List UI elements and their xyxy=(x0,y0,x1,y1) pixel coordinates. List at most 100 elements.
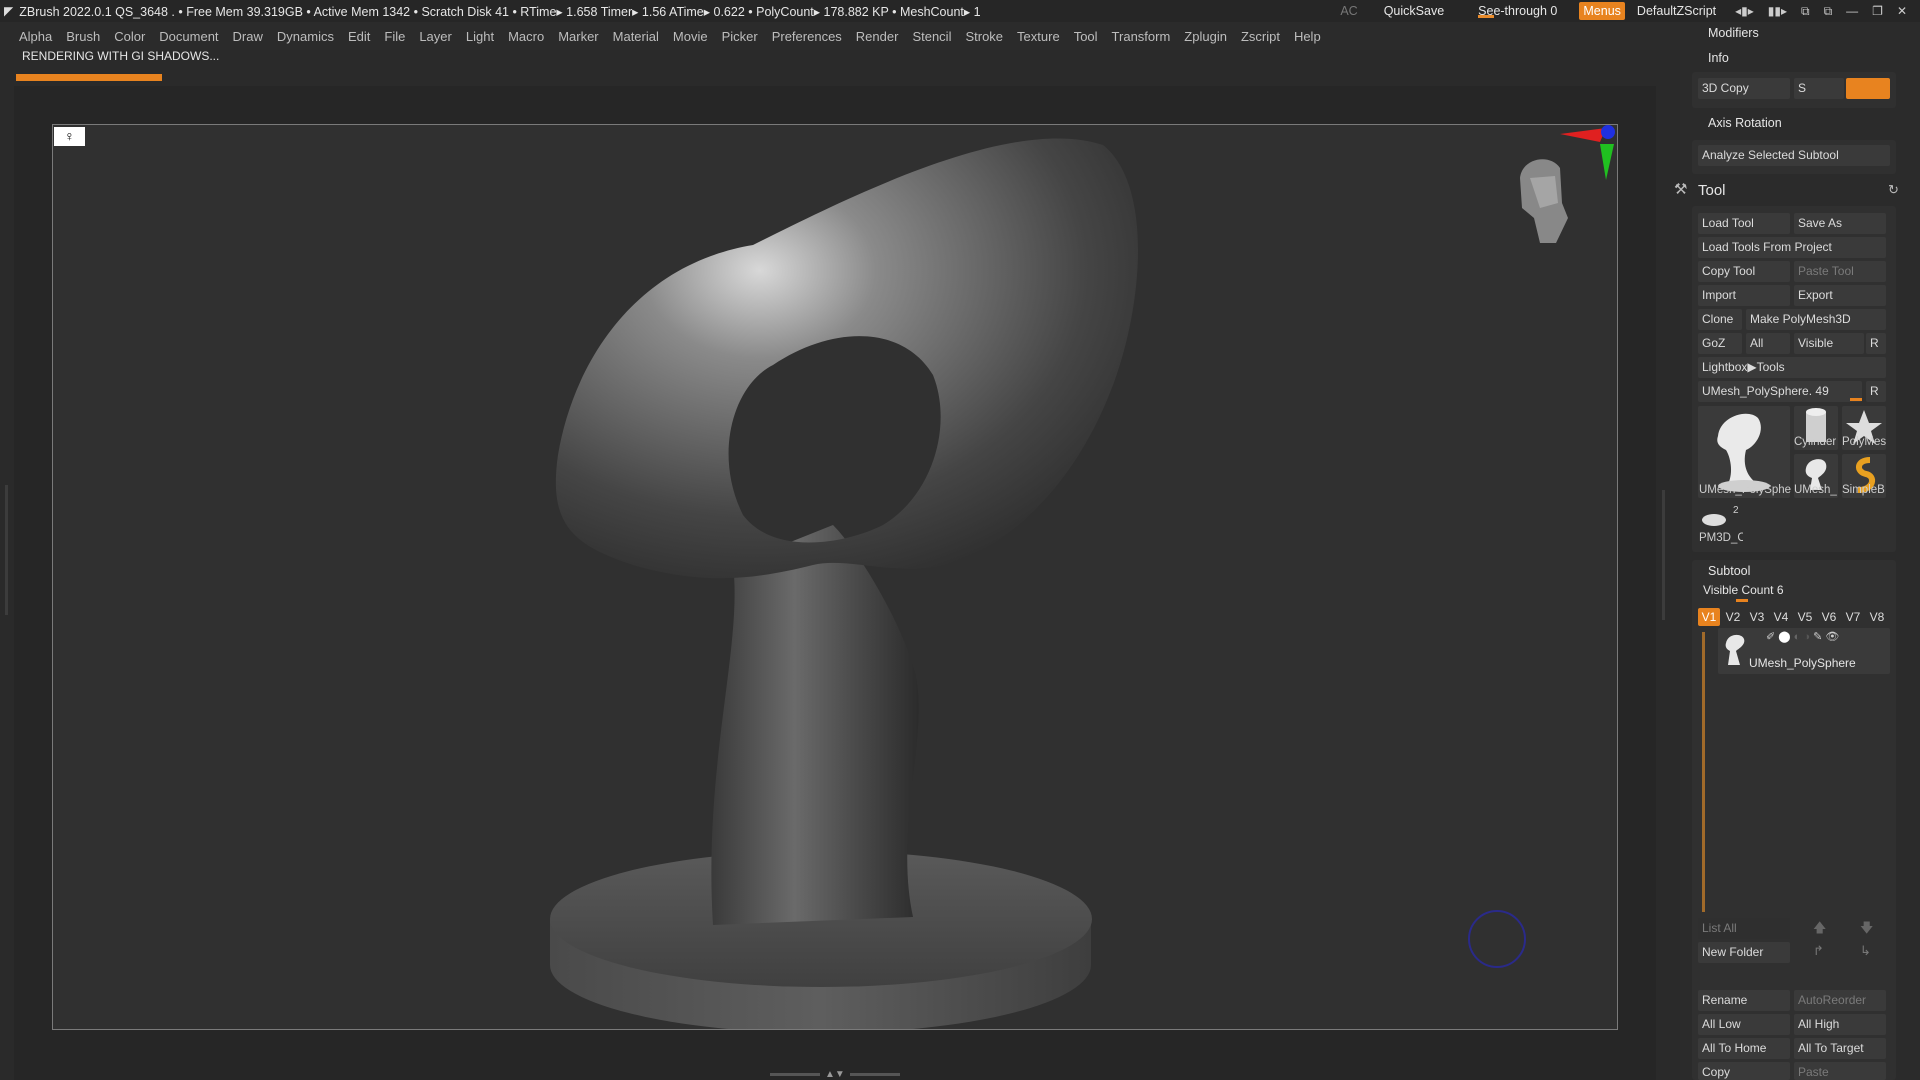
new-folder-button[interactable]: New Folder xyxy=(1698,942,1790,963)
default-zscript-button[interactable]: DefaultZScript xyxy=(1637,4,1716,18)
material-icon[interactable]: ◐ xyxy=(1794,631,1801,643)
right-tray[interactable] xyxy=(1656,50,1678,1080)
menu-preferences[interactable]: Preferences xyxy=(772,29,842,44)
menu-transform[interactable]: Transform xyxy=(1112,29,1171,44)
save-as-button[interactable]: Save As xyxy=(1794,213,1886,234)
right-tray-handle[interactable] xyxy=(1662,490,1665,620)
menu-brush[interactable]: Brush xyxy=(66,29,100,44)
left-tray[interactable] xyxy=(0,85,14,1080)
menu-tool[interactable]: Tool xyxy=(1074,29,1098,44)
list-all-button[interactable]: List All xyxy=(1698,918,1790,939)
bottom-tray-handle[interactable]: ▲▼ xyxy=(770,1069,900,1080)
see-through-slider[interactable]: See-through 0 xyxy=(1468,4,1567,18)
export-button[interactable]: Export xyxy=(1794,285,1886,306)
swap-icon[interactable]: ⧉ xyxy=(1801,4,1810,19)
menu-movie[interactable]: Movie xyxy=(673,29,708,44)
arrow-down-icon[interactable]: 🡇 xyxy=(1860,919,1873,941)
menu-material[interactable]: Material xyxy=(613,29,659,44)
menu-zscript[interactable]: Zscript xyxy=(1241,29,1280,44)
menu-render[interactable]: Render xyxy=(856,29,899,44)
menu-dynamics[interactable]: Dynamics xyxy=(277,29,334,44)
lightbox-tools-button[interactable]: Lightbox▶Tools xyxy=(1698,357,1886,378)
copy3d-button[interactable]: 3D Copy xyxy=(1698,78,1790,99)
menu-draw[interactable]: Draw xyxy=(233,29,263,44)
menu-document[interactable]: Document xyxy=(159,29,218,44)
subtool-scrollbar[interactable] xyxy=(1702,632,1705,912)
eye-icon[interactable]: 👁 xyxy=(1825,631,1839,643)
lock-icon[interactable]: ◑ xyxy=(1803,631,1810,643)
move-down-icon[interactable]: ↳ xyxy=(1860,943,1871,959)
s-button[interactable]: S xyxy=(1794,78,1844,99)
menu-color[interactable]: Color xyxy=(114,29,145,44)
all-to-target-button[interactable]: All To Target xyxy=(1794,1038,1886,1059)
all-to-home-button[interactable]: All To Home xyxy=(1698,1038,1790,1059)
goz-all-button[interactable]: All xyxy=(1746,333,1790,354)
menu-file[interactable]: File xyxy=(384,29,405,44)
current-tool-r-button[interactable]: R xyxy=(1866,381,1886,402)
all-high-button[interactable]: All High xyxy=(1794,1014,1886,1035)
menu-light[interactable]: Light xyxy=(466,29,494,44)
arrow-up-icon[interactable]: 🡅 xyxy=(1813,919,1826,941)
clone-button[interactable]: Clone xyxy=(1698,309,1742,330)
ac-toggle[interactable]: AC xyxy=(1340,4,1357,18)
modifiers-label[interactable]: Modifiers xyxy=(1708,26,1759,40)
document-viewport[interactable] xyxy=(52,124,1618,1030)
import-button[interactable]: Import xyxy=(1698,285,1790,306)
load-tool-button[interactable]: Load Tool xyxy=(1698,213,1790,234)
goz-visible-button[interactable]: Visible xyxy=(1794,333,1864,354)
menu-texture[interactable]: Texture xyxy=(1017,29,1060,44)
maximize-icon[interactable]: ❐ xyxy=(1872,4,1883,18)
menu-stroke[interactable]: Stroke xyxy=(965,29,1003,44)
copy-button[interactable]: Copy xyxy=(1698,1062,1790,1080)
make-polymesh3d-button[interactable]: Make PolyMesh3D xyxy=(1746,309,1886,330)
reset-icon[interactable]: ↻ xyxy=(1888,182,1899,198)
layout-icon[interactable]: ◂▮▸ xyxy=(1735,4,1754,18)
layout-icon-2[interactable]: ▮▮▸ xyxy=(1768,4,1787,18)
visibility-tab-v3[interactable]: V3 xyxy=(1746,608,1768,626)
paint-brush-icon[interactable]: ✎ xyxy=(1813,631,1822,643)
polypaint-icon[interactable]: ⬤ xyxy=(1778,631,1790,643)
visibility-tab-v4[interactable]: V4 xyxy=(1770,608,1792,626)
tool-pin-icon[interactable]: ⚒ xyxy=(1674,180,1687,198)
visibility-tab-v7[interactable]: V7 xyxy=(1842,608,1864,626)
visibility-tab-v8[interactable]: V8 xyxy=(1866,608,1888,626)
subtool-row[interactable]: ✐ ⬤ ◐ ◑ ✎ 👁 UMesh_PolySphere xyxy=(1718,628,1890,674)
menu-alpha[interactable]: Alpha xyxy=(19,29,52,44)
brush-icon[interactable]: ✐ xyxy=(1766,631,1775,643)
menu-help[interactable]: Help xyxy=(1294,29,1321,44)
menu-stencil[interactable]: Stencil xyxy=(912,29,951,44)
visibility-tab-v1[interactable]: V1 xyxy=(1698,608,1720,626)
rename-button[interactable]: Rename xyxy=(1698,990,1790,1011)
all-low-button[interactable]: All Low xyxy=(1698,1014,1790,1035)
menu-marker[interactable]: Marker xyxy=(558,29,598,44)
quicksave-button[interactable]: QuickSave xyxy=(1384,4,1444,18)
tool-panel-title[interactable]: Tool xyxy=(1698,182,1726,199)
info-label[interactable]: Info xyxy=(1708,51,1729,65)
paste-button[interactable]: Paste xyxy=(1794,1062,1886,1080)
analyze-subtool-button[interactable]: Analyze Selected Subtool xyxy=(1698,145,1890,166)
copy-tool-button[interactable]: Copy Tool xyxy=(1698,261,1790,282)
visibility-tab-v6[interactable]: V6 xyxy=(1818,608,1840,626)
visibility-tab-v2[interactable]: V2 xyxy=(1722,608,1744,626)
subtool-title[interactable]: Subtool xyxy=(1708,564,1750,578)
menu-zplugin[interactable]: Zplugin xyxy=(1184,29,1227,44)
visible-count-slider[interactable]: Visible Count 6 xyxy=(1703,583,1784,597)
menu-macro[interactable]: Macro xyxy=(508,29,544,44)
close-icon[interactable]: ✕ xyxy=(1897,4,1907,18)
menu-layer[interactable]: Layer xyxy=(419,29,452,44)
menu-edit[interactable]: Edit xyxy=(348,29,370,44)
goz-button[interactable]: GoZ xyxy=(1698,333,1742,354)
copy3d-slider[interactable] xyxy=(1846,78,1890,99)
move-up-icon[interactable]: ↱ xyxy=(1813,943,1824,959)
menu-picker[interactable]: Picker xyxy=(722,29,758,44)
axis-rotation-label[interactable]: Axis Rotation xyxy=(1708,116,1782,130)
auto-reorder-button[interactable]: AutoReorder xyxy=(1794,990,1886,1011)
copy-window-icon[interactable]: ⧉ xyxy=(1824,4,1833,19)
left-tray-handle[interactable] xyxy=(5,485,8,615)
paste-tool-button[interactable]: Paste Tool xyxy=(1794,261,1886,282)
perspective-person-icon[interactable]: ♀ xyxy=(54,127,85,146)
axis-gizmo-icon[interactable] xyxy=(1558,122,1618,182)
minimize-icon[interactable]: — xyxy=(1846,4,1858,18)
visibility-tab-v5[interactable]: V5 xyxy=(1794,608,1816,626)
current-tool-slider[interactable]: UMesh_PolySphere. 49 xyxy=(1698,381,1862,402)
